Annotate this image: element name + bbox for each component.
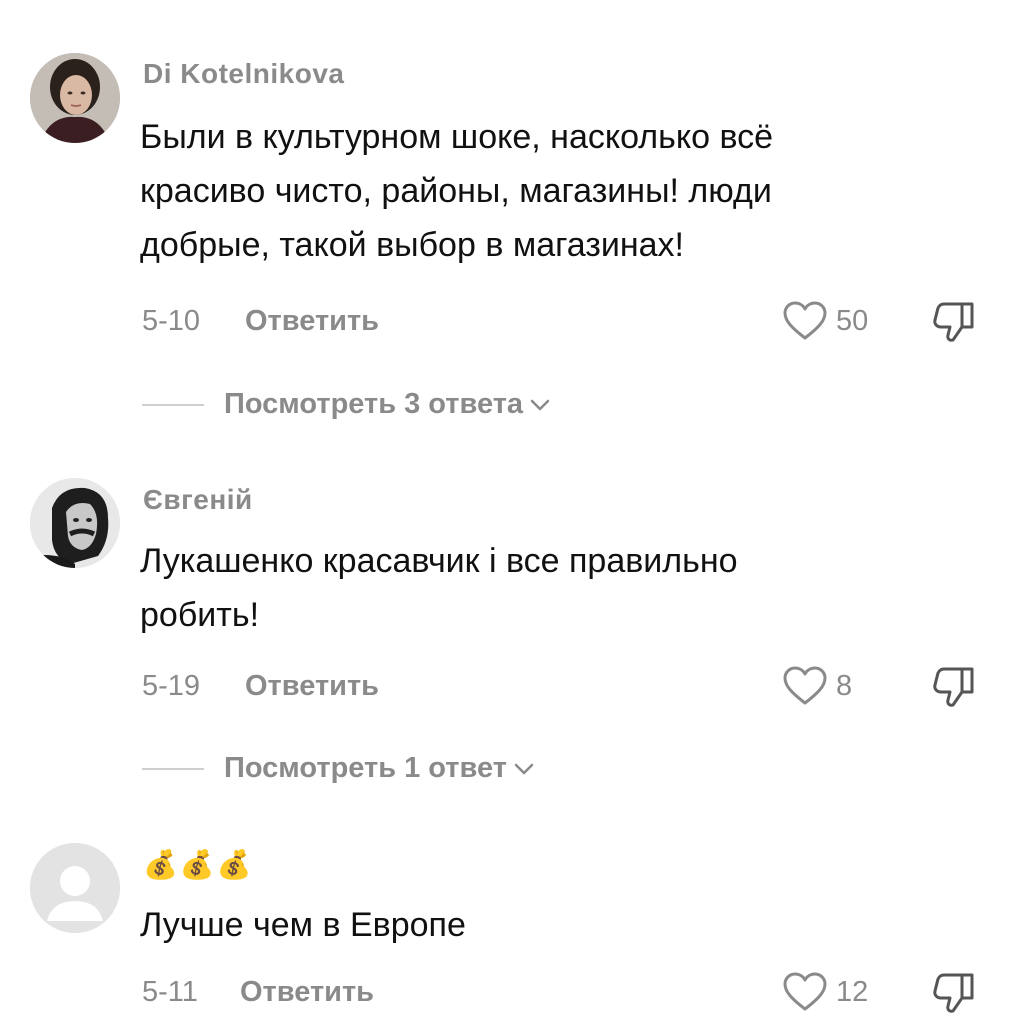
comment-text-line: робить! (140, 596, 260, 634)
avatar[interactable] (30, 53, 120, 143)
comment-text-line: красиво чисто, районы, магазины! люди (140, 172, 772, 210)
like-button[interactable]: 50 (782, 300, 868, 342)
view-replies-label: Посмотреть 3 ответа (224, 388, 524, 420)
heart-icon (783, 301, 827, 340)
comment-text-line: добрые, такой выбор в магазинах! (140, 226, 684, 264)
thumbs-down-icon (933, 667, 974, 707)
heart-icon (783, 666, 827, 705)
comment-text-line: Лукашенко красавчик і все правильно (140, 542, 738, 580)
comment-username[interactable]: Di Kotelnikova (143, 58, 344, 90)
view-replies-button[interactable]: Посмотреть 1 ответ (142, 752, 535, 785)
view-replies-button[interactable]: Посмотреть 3 ответа (142, 388, 551, 421)
comment-text: Были в культурном шоке, насколько всё кр… (140, 110, 1000, 272)
thumbs-down-icon (933, 302, 974, 342)
view-replies-label: Посмотреть 1 ответ (224, 752, 507, 784)
default-avatar-icon (30, 843, 120, 933)
avatar[interactable] (30, 478, 120, 568)
comment-text: Лучше чем в Европе (140, 898, 1000, 952)
divider-line (142, 767, 204, 770)
avatar[interactable] (30, 843, 120, 933)
comment-text-line: Были в культурном шоке, насколько всё (140, 118, 774, 156)
like-count: 12 (836, 975, 869, 1008)
avatar-photo (30, 478, 120, 568)
comment-username[interactable]: Євгеній (143, 484, 253, 516)
like-button[interactable]: 8 (782, 665, 852, 707)
dislike-button[interactable] (932, 300, 978, 349)
avatar-photo (30, 53, 120, 143)
reply-button[interactable]: Ответить (245, 670, 379, 703)
comments-list: Di Kotelnikova Были в культурном шоке, н… (0, 0, 1017, 1024)
comment-date: 5-10 (142, 305, 201, 337)
chevron-down-icon (514, 763, 534, 774)
heart-icon (783, 972, 827, 1011)
thumbs-down-icon (933, 973, 974, 1013)
comment-text: Лукашенко красавчик і все правильно роби… (140, 534, 1000, 642)
like-count: 50 (836, 304, 869, 337)
chevron-down-icon (530, 399, 550, 410)
dislike-button[interactable] (932, 971, 978, 1020)
like-button[interactable]: 12 (782, 971, 868, 1013)
comment-date: 5-11 (142, 976, 198, 1008)
reply-button[interactable]: Ответить (240, 976, 374, 1009)
comment-username[interactable]: 💰💰💰 (143, 848, 254, 881)
dislike-button[interactable] (932, 665, 978, 714)
reply-button[interactable]: Ответить (245, 305, 379, 338)
comment-text-line: Лучше чем в Европе (140, 906, 466, 944)
comment-date: 5-19 (142, 670, 201, 702)
divider-line (142, 403, 204, 406)
like-count: 8 (836, 669, 853, 702)
